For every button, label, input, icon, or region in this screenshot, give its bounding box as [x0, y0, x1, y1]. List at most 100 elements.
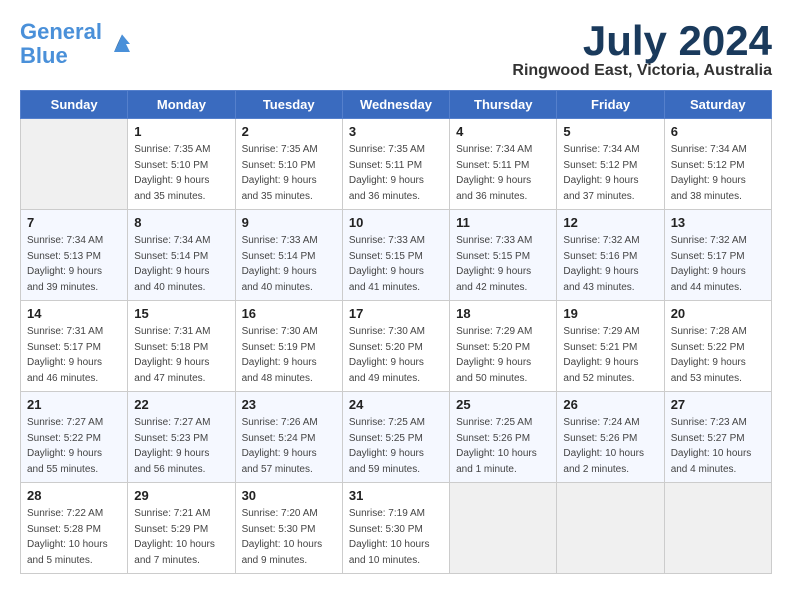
calendar-cell: 3 Sunrise: 7:35 AM Sunset: 5:11 PM Daylig…	[342, 119, 449, 210]
day-info: Sunrise: 7:20 AM Sunset: 5:30 PM Dayligh…	[242, 506, 337, 568]
day-info: Sunrise: 7:29 AM Sunset: 5:21 PM Dayligh…	[563, 324, 658, 386]
day-info: Sunrise: 7:30 AM Sunset: 5:19 PM Dayligh…	[242, 324, 337, 386]
day-number: 18	[456, 306, 551, 321]
weekday-header: Friday	[557, 91, 664, 119]
calendar-table: SundayMondayTuesdayWednesdayThursdayFrid…	[20, 90, 772, 574]
calendar-cell	[664, 483, 771, 574]
calendar-cell: 8 Sunrise: 7:34 AM Sunset: 5:14 PM Daylig…	[128, 210, 235, 301]
calendar-cell: 13 Sunrise: 7:32 AM Sunset: 5:17 PM Dayli…	[664, 210, 771, 301]
calendar-cell: 9 Sunrise: 7:33 AM Sunset: 5:14 PM Daylig…	[235, 210, 342, 301]
calendar-cell: 18 Sunrise: 7:29 AM Sunset: 5:20 PM Dayli…	[450, 301, 557, 392]
calendar-cell: 14 Sunrise: 7:31 AM Sunset: 5:17 PM Dayli…	[21, 301, 128, 392]
weekday-header-row: SundayMondayTuesdayWednesdayThursdayFrid…	[21, 91, 772, 119]
day-number: 25	[456, 397, 551, 412]
weekday-header: Wednesday	[342, 91, 449, 119]
day-number: 28	[27, 488, 122, 503]
day-number: 21	[27, 397, 122, 412]
day-number: 17	[349, 306, 444, 321]
day-number: 2	[242, 124, 337, 139]
calendar-week-row: 28 Sunrise: 7:22 AM Sunset: 5:28 PM Dayli…	[21, 483, 772, 574]
calendar-cell: 27Sunrise: 7:23 AM Sunset: 5:27 PM Dayli…	[664, 392, 771, 483]
day-number: 13	[671, 215, 766, 230]
day-number: 3	[349, 124, 444, 139]
day-number: 1	[134, 124, 229, 139]
calendar-cell: 28 Sunrise: 7:22 AM Sunset: 5:28 PM Dayli…	[21, 483, 128, 574]
calendar-cell: 15 Sunrise: 7:31 AM Sunset: 5:18 PM Dayli…	[128, 301, 235, 392]
calendar-cell: 22 Sunrise: 7:27 AM Sunset: 5:23 PM Dayli…	[128, 392, 235, 483]
day-number: 12	[563, 215, 658, 230]
day-info: Sunrise: 7:21 AM Sunset: 5:29 PM Dayligh…	[134, 506, 229, 568]
calendar-cell: 1 Sunrise: 7:35 AM Sunset: 5:10 PM Daylig…	[128, 119, 235, 210]
day-info: Sunrise: 7:32 AM Sunset: 5:17 PM Dayligh…	[671, 233, 766, 295]
calendar-cell: 12 Sunrise: 7:32 AM Sunset: 5:16 PM Dayli…	[557, 210, 664, 301]
page-header: General Blue July 2024 Ringwood East, Vi…	[20, 20, 772, 80]
calendar-cell: 24Sunrise: 7:25 AM Sunset: 5:25 PM Dayli…	[342, 392, 449, 483]
day-info: Sunrise: 7:19 AM Sunset: 5:30 PM Dayligh…	[349, 506, 444, 568]
day-number: 5	[563, 124, 658, 139]
day-number: 8	[134, 215, 229, 230]
day-info: Sunrise: 7:24 AM Sunset: 5:26 PM Dayligh…	[563, 415, 658, 477]
day-info: Sunrise: 7:27 AM Sunset: 5:22 PM Dayligh…	[27, 415, 122, 477]
weekday-header: Tuesday	[235, 91, 342, 119]
calendar-cell: 30 Sunrise: 7:20 AM Sunset: 5:30 PM Dayli…	[235, 483, 342, 574]
day-info: Sunrise: 7:23 AM Sunset: 5:27 PM Dayligh…	[671, 415, 766, 477]
day-info: Sunrise: 7:33 AM Sunset: 5:15 PM Dayligh…	[456, 233, 551, 295]
day-info: Sunrise: 7:22 AM Sunset: 5:28 PM Dayligh…	[27, 506, 122, 568]
calendar-cell	[450, 483, 557, 574]
calendar-cell: 5Sunrise: 7:34 AM Sunset: 5:12 PM Daylig…	[557, 119, 664, 210]
day-info: Sunrise: 7:35 AM Sunset: 5:11 PM Dayligh…	[349, 142, 444, 204]
day-number: 9	[242, 215, 337, 230]
day-number: 22	[134, 397, 229, 412]
day-info: Sunrise: 7:31 AM Sunset: 5:18 PM Dayligh…	[134, 324, 229, 386]
day-number: 4	[456, 124, 551, 139]
weekday-header: Saturday	[664, 91, 771, 119]
location: Ringwood East, Victoria, Australia	[512, 62, 772, 80]
day-number: 16	[242, 306, 337, 321]
calendar-cell	[21, 119, 128, 210]
calendar-cell: 21 Sunrise: 7:27 AM Sunset: 5:22 PM Dayli…	[21, 392, 128, 483]
day-info: Sunrise: 7:29 AM Sunset: 5:20 PM Dayligh…	[456, 324, 551, 386]
day-info: Sunrise: 7:34 AM Sunset: 5:11 PM Dayligh…	[456, 142, 551, 204]
weekday-header: Monday	[128, 91, 235, 119]
day-info: Sunrise: 7:35 AM Sunset: 5:10 PM Dayligh…	[134, 142, 229, 204]
day-info: Sunrise: 7:30 AM Sunset: 5:20 PM Dayligh…	[349, 324, 444, 386]
day-info: Sunrise: 7:33 AM Sunset: 5:15 PM Dayligh…	[349, 233, 444, 295]
calendar-cell: 17 Sunrise: 7:30 AM Sunset: 5:20 PM Dayli…	[342, 301, 449, 392]
calendar-cell: 11Sunrise: 7:33 AM Sunset: 5:15 PM Dayli…	[450, 210, 557, 301]
day-info: Sunrise: 7:35 AM Sunset: 5:10 PM Dayligh…	[242, 142, 337, 204]
title-block: July 2024 Ringwood East, Victoria, Austr…	[512, 20, 772, 80]
day-number: 7	[27, 215, 122, 230]
day-number: 30	[242, 488, 337, 503]
calendar-cell: 7 Sunrise: 7:34 AM Sunset: 5:13 PM Daylig…	[21, 210, 128, 301]
day-number: 15	[134, 306, 229, 321]
weekday-header: Thursday	[450, 91, 557, 119]
day-number: 29	[134, 488, 229, 503]
day-info: Sunrise: 7:34 AM Sunset: 5:13 PM Dayligh…	[27, 233, 122, 295]
day-number: 14	[27, 306, 122, 321]
day-number: 23	[242, 397, 337, 412]
calendar-cell: 26 Sunrise: 7:24 AM Sunset: 5:26 PM Dayli…	[557, 392, 664, 483]
calendar-cell: 19 Sunrise: 7:29 AM Sunset: 5:21 PM Dayli…	[557, 301, 664, 392]
day-info: Sunrise: 7:25 AM Sunset: 5:26 PM Dayligh…	[456, 415, 551, 477]
day-info: Sunrise: 7:34 AM Sunset: 5:14 PM Dayligh…	[134, 233, 229, 295]
calendar-cell: 4 Sunrise: 7:34 AM Sunset: 5:11 PM Daylig…	[450, 119, 557, 210]
day-number: 19	[563, 306, 658, 321]
day-info: Sunrise: 7:27 AM Sunset: 5:23 PM Dayligh…	[134, 415, 229, 477]
calendar-cell	[557, 483, 664, 574]
calendar-week-row: 14 Sunrise: 7:31 AM Sunset: 5:17 PM Dayli…	[21, 301, 772, 392]
calendar-week-row: 7 Sunrise: 7:34 AM Sunset: 5:13 PM Daylig…	[21, 210, 772, 301]
calendar-cell: 23Sunrise: 7:26 AM Sunset: 5:24 PM Dayli…	[235, 392, 342, 483]
day-info: Sunrise: 7:32 AM Sunset: 5:16 PM Dayligh…	[563, 233, 658, 295]
calendar-cell: 31 Sunrise: 7:19 AM Sunset: 5:30 PM Dayli…	[342, 483, 449, 574]
day-number: 26	[563, 397, 658, 412]
month-title: July 2024	[512, 20, 772, 62]
calendar-cell: 2 Sunrise: 7:35 AM Sunset: 5:10 PM Daylig…	[235, 119, 342, 210]
day-number: 31	[349, 488, 444, 503]
day-number: 6	[671, 124, 766, 139]
weekday-header: Sunday	[21, 91, 128, 119]
day-info: Sunrise: 7:33 AM Sunset: 5:14 PM Dayligh…	[242, 233, 337, 295]
calendar-cell: 25 Sunrise: 7:25 AM Sunset: 5:26 PM Dayli…	[450, 392, 557, 483]
day-info: Sunrise: 7:31 AM Sunset: 5:17 PM Dayligh…	[27, 324, 122, 386]
logo-icon	[106, 28, 138, 60]
logo-text: General Blue	[20, 20, 102, 68]
